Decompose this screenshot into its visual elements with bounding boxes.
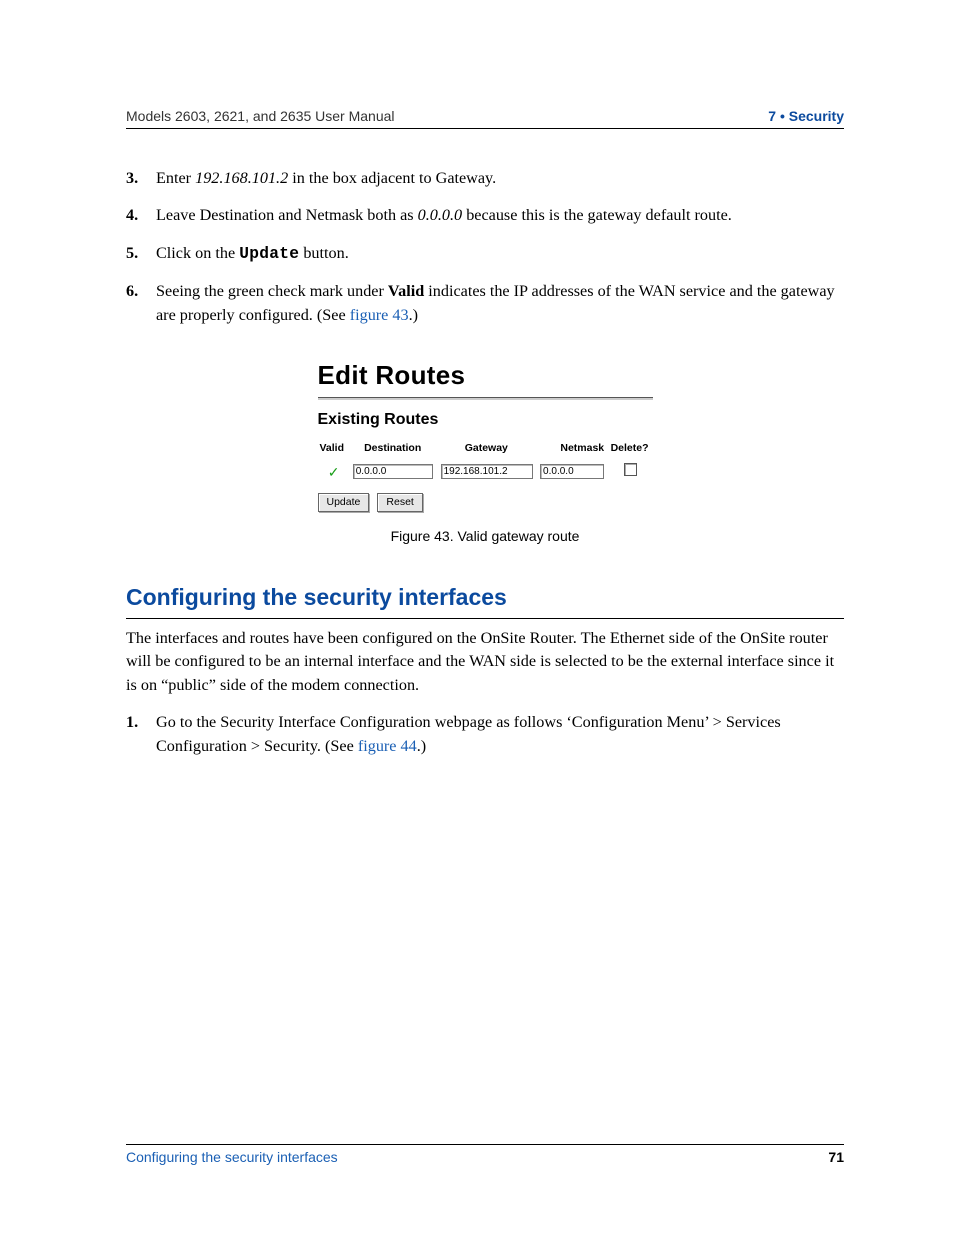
gateway-input[interactable] [441,464,533,479]
step-5: 5. Click on the Update button. [126,242,844,266]
step-3: 3. Enter 192.168.101.2 in the box adjace… [126,167,844,190]
cell-delete [608,461,652,483]
text: in the box adjacent to Gateway. [288,169,496,187]
text: Seeing the green check mark under [156,282,388,300]
col-netmask: Netmask [537,439,608,460]
figure-link[interactable]: figure 44 [358,737,417,755]
text: .) [409,306,418,324]
update-button[interactable]: Update [318,493,370,512]
text: Click on the [156,244,239,262]
step-number: 3. [126,167,156,190]
header-left: Models 2603, 2621, and 2635 User Manual [126,108,395,124]
step-number: 6. [126,280,156,327]
reset-button[interactable]: Reset [377,493,422,512]
figure-button-row: Update Reset [318,489,653,512]
footer-right-page-number: 71 [828,1149,844,1165]
step-6: 6. Seeing the green check mark under Val… [126,280,844,327]
page-header: Models 2603, 2621, and 2635 User Manual … [126,108,844,124]
step-body: Seeing the green check mark under Valid … [156,280,844,327]
step-number: 1. [126,711,156,758]
delete-checkbox[interactable] [624,463,637,476]
header-right: 7 • Security [768,108,844,124]
ordered-steps-a: 3. Enter 192.168.101.2 in the box adjace… [126,167,844,327]
step-b-1: 1. Go to the Security Interface Configur… [126,711,844,758]
text: .) [417,737,426,755]
valid-check-icon: ✓ [318,461,350,483]
routes-table: Valid Destination Gateway Netmask Delete… [318,439,653,483]
destination-input[interactable] [353,464,433,479]
step-body: Leave Destination and Netmask both as 0.… [156,204,844,227]
step-number: 5. [126,242,156,266]
section-heading: Configuring the security interfaces [126,581,844,614]
step-body: Enter 192.168.101.2 in the box adjacent … [156,167,844,190]
col-gateway: Gateway [438,439,537,460]
text: Go to the Security Interface Configurati… [156,713,781,754]
table-header-row: Valid Destination Gateway Netmask Delete… [318,439,653,460]
table-row: ✓ [318,461,653,483]
figure-43: Edit Routes Existing Routes Valid Destin… [318,357,653,546]
ip-value: 192.168.101.2 [195,169,288,187]
figure-title: Edit Routes [318,357,653,395]
col-valid: Valid [318,439,350,460]
content-area: 3. Enter 192.168.101.2 in the box adjace… [126,167,844,758]
figure-link[interactable]: figure 43 [350,306,409,324]
step-4: 4. Leave Destination and Netmask both as… [126,204,844,227]
step-body: Click on the Update button. [156,242,844,266]
header-rule [126,128,844,129]
step-number: 4. [126,204,156,227]
figure-subtitle: Existing Routes [318,408,653,431]
footer-left: Configuring the security interfaces [126,1149,338,1165]
figure-caption: Figure 43. Valid gateway route [318,526,653,546]
cell-gateway [438,461,537,483]
section-rule [126,618,844,619]
col-destination: Destination [350,439,438,460]
section-paragraph: The interfaces and routes have been conf… [126,627,844,697]
page-footer: Configuring the security interfaces 71 [126,1144,844,1165]
text: Leave Destination and Netmask both as [156,206,418,224]
cell-netmask [537,461,608,483]
netmask-input[interactable] [540,464,604,479]
button-label-ref: Update [239,245,299,263]
text: button. [299,244,348,262]
figure-title-rule [318,397,653,400]
page: Models 2603, 2621, and 2635 User Manual … [0,0,954,1235]
ip-value: 0.0.0.0 [418,206,463,224]
ordered-steps-b: 1. Go to the Security Interface Configur… [126,711,844,758]
cell-destination [350,461,438,483]
footer-row: Configuring the security interfaces 71 [126,1149,844,1165]
text: because this is the gateway default rout… [462,206,732,224]
col-delete: Delete? [608,439,652,460]
text: Enter [156,169,195,187]
step-body: Go to the Security Interface Configurati… [156,711,844,758]
field-name: Valid [388,282,424,300]
footer-rule [126,1144,844,1145]
